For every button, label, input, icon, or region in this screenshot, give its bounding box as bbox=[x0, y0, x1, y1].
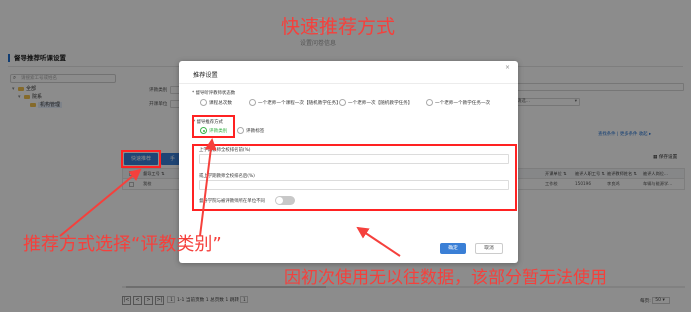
annotation-no-history-data: 因初次使用无以往数据，该部分暂无法使用 bbox=[284, 268, 607, 288]
annotation-title: 快速推荐方式 bbox=[281, 16, 396, 38]
arrow-to-quick-recommend bbox=[59, 168, 142, 237]
annotation-method-choice: 推荐方式选择“评教类别” bbox=[23, 234, 222, 255]
arrow-to-recommend-method bbox=[199, 138, 217, 237]
arrow-to-rank-section bbox=[356, 226, 401, 257]
